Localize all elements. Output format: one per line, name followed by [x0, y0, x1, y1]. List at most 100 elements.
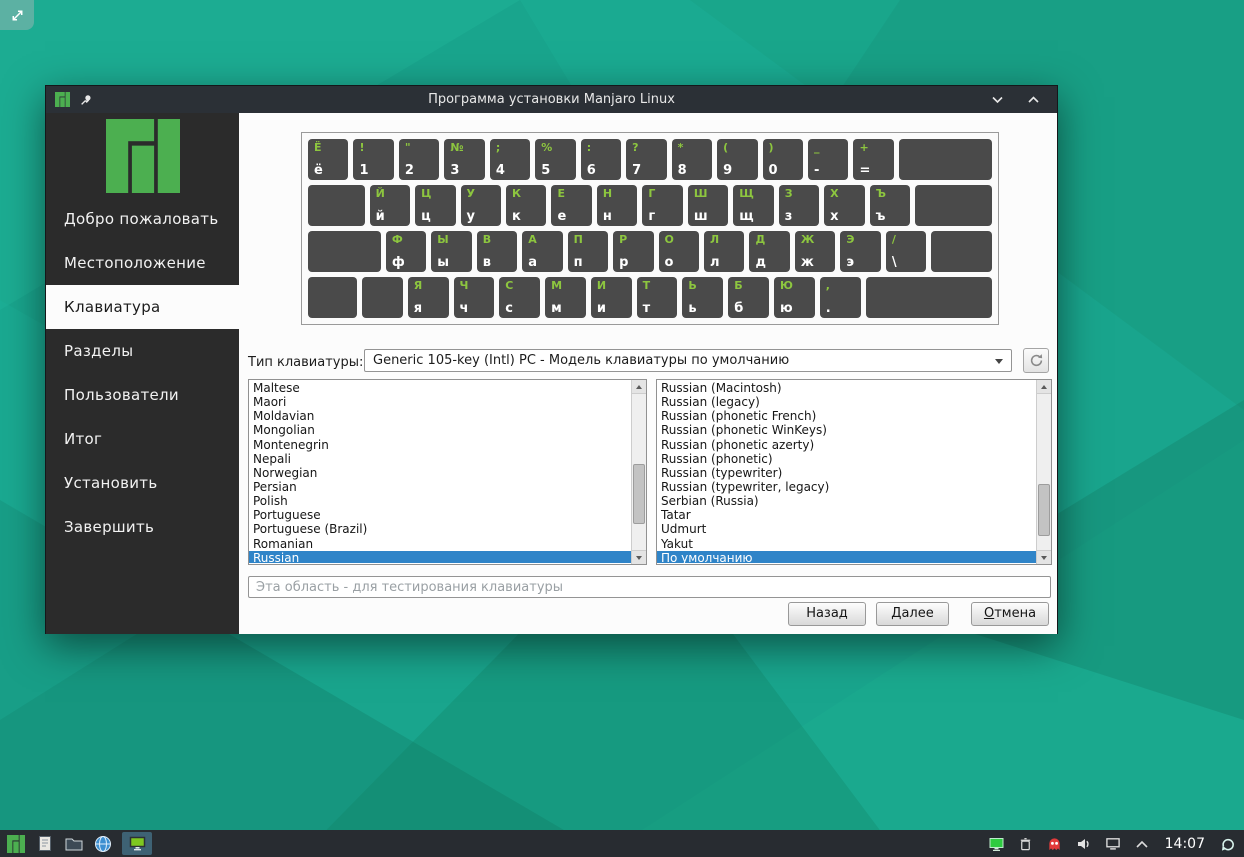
list-item[interactable]: Romanian	[249, 537, 631, 551]
key-ь: Ьь	[682, 277, 724, 318]
list-item[interactable]: По умолчанию	[657, 550, 1036, 563]
list-item[interactable]: Russian (typewriter)	[657, 466, 1036, 480]
key-л: Лл	[704, 231, 745, 272]
key-ж: Жж	[794, 231, 836, 272]
layout-list-scrollbar[interactable]	[631, 380, 646, 564]
key-у: Уу	[460, 185, 501, 226]
keyboard-preview: Ёё! 1 " 2 № 3; 4% 5:6? 7 * 8(9) 0 _ - + = Йй Цц Уу Кк Ее Нн Гг…	[301, 132, 999, 325]
volume-icon[interactable]	[1074, 834, 1094, 854]
desktop: Программа установки Manjaro Linux Добро …	[0, 0, 1244, 857]
desktop-toolbox-icon	[7, 5, 27, 25]
trash-icon[interactable]	[1016, 834, 1036, 854]
chevron-down-icon[interactable]	[987, 90, 1007, 110]
list-item[interactable]: Russian (phonetic azerty)	[657, 438, 1036, 452]
installer-task-icon	[129, 836, 145, 851]
list-item[interactable]: Yakut	[657, 537, 1036, 551]
list-item[interactable]: Mongolian	[249, 423, 631, 437]
next-button[interactable]: Далее	[876, 602, 949, 626]
list-item[interactable]: Montenegrin	[249, 438, 631, 452]
key-е: Ее	[551, 185, 592, 226]
key-й: Йй	[369, 185, 411, 226]
taskbar: 14:07	[0, 830, 1244, 857]
sidebar-item-0[interactable]: Добро пожаловать	[46, 197, 239, 241]
panel-toolbox-icon[interactable]	[1218, 834, 1238, 854]
key-8: * 8	[671, 139, 713, 180]
sidebar-item-2[interactable]: Клавиатура	[46, 285, 239, 329]
list-item[interactable]: Serbian (Russia)	[657, 494, 1036, 508]
list-item[interactable]: Maltese	[249, 381, 631, 395]
list-item[interactable]: Polish	[249, 494, 631, 508]
sidebar-item-7[interactable]: Завершить	[46, 505, 239, 549]
key-blank	[308, 185, 365, 226]
list-item[interactable]: Russian (phonetic)	[657, 452, 1036, 466]
list-item[interactable]: Udmurt	[657, 522, 1036, 536]
scroll-down-icon[interactable]	[632, 550, 646, 564]
layout-list[interactable]: Maltese Maori Moldavian Mongolian Montenegri…	[248, 379, 647, 565]
notes-icon[interactable]	[35, 834, 55, 854]
key-ы: Ыы	[431, 231, 472, 272]
key-3: № 3	[444, 139, 485, 180]
scrollbar-thumb[interactable]	[1038, 484, 1050, 536]
key-и: Ии	[590, 277, 632, 318]
updates-icon[interactable]	[1045, 834, 1065, 854]
cancel-button[interactable]: Отмена	[971, 602, 1049, 626]
list-item[interactable]: Russian	[249, 550, 631, 563]
active-task-installer[interactable]	[122, 832, 152, 855]
pin-icon[interactable]	[79, 93, 93, 107]
list-item[interactable]: Russian (legacy)	[657, 395, 1036, 409]
key--: _ -	[807, 139, 849, 180]
list-item[interactable]: Norwegian	[249, 466, 631, 480]
list-item[interactable]: Russian (phonetic WinKeys)	[657, 423, 1036, 437]
list-item[interactable]: Tatar	[657, 508, 1036, 522]
key-ц: Цц	[415, 185, 456, 226]
variant-list-scrollbar[interactable]	[1036, 380, 1051, 564]
keyboard-test-input[interactable]	[248, 576, 1051, 598]
key-ч: Чч	[453, 277, 495, 318]
sidebar-item-4[interactable]: Пользователи	[46, 373, 239, 417]
list-item[interactable]: Persian	[249, 480, 631, 494]
keyboard-model-label: Тип клавиатуры:	[248, 355, 364, 370]
key-в: Вв	[476, 231, 518, 272]
variant-list[interactable]: Russian (Macintosh) Russian (legacy) Russi…	[656, 379, 1052, 565]
refresh-button[interactable]	[1023, 348, 1049, 373]
browser-icon[interactable]	[93, 834, 113, 854]
key-blank	[361, 277, 403, 318]
list-item[interactable]: Moldavian	[249, 409, 631, 423]
scrollbar-thumb[interactable]	[633, 464, 645, 524]
list-item[interactable]: Portuguese (Brazil)	[249, 522, 631, 536]
file-manager-icon[interactable]	[64, 834, 84, 854]
key-с: Сс	[499, 277, 541, 318]
list-item[interactable]: Maori	[249, 395, 631, 409]
key-б: Бб	[728, 277, 769, 318]
list-item[interactable]: Russian (typewriter, legacy)	[657, 480, 1036, 494]
chevron-up-icon[interactable]	[1023, 90, 1043, 110]
sidebar-item-3[interactable]: Разделы	[46, 329, 239, 373]
expand-arrow-icon[interactable]	[1132, 834, 1152, 854]
sidebar-item-6[interactable]: Установить	[46, 461, 239, 505]
desktop-toolbox[interactable]	[0, 0, 34, 30]
key-щ: Щщ	[733, 185, 774, 226]
manjaro-menu-icon[interactable]	[6, 834, 26, 854]
clock[interactable]: 14:07	[1161, 836, 1209, 852]
manjaro-logo-icon	[54, 92, 70, 108]
keyboard-model-combobox[interactable]: Generic 105-key (Intl) PC - Модель клави…	[364, 349, 1012, 372]
key-blank	[915, 185, 992, 226]
scroll-up-icon[interactable]	[1037, 380, 1051, 394]
scroll-up-icon[interactable]	[632, 380, 646, 394]
key-9: (9	[717, 139, 758, 180]
back-button[interactable]: Назад	[788, 602, 866, 626]
titlebar[interactable]: Программа установки Manjaro Linux	[46, 86, 1057, 113]
key-7: ? 7	[626, 139, 667, 180]
list-item[interactable]: Russian (phonetic French)	[657, 409, 1036, 423]
network-display-icon[interactable]	[987, 834, 1007, 854]
key-blank	[931, 231, 992, 272]
display-icon[interactable]	[1103, 834, 1123, 854]
list-item[interactable]: Russian (Macintosh)	[657, 381, 1036, 395]
list-item[interactable]: Portuguese	[249, 508, 631, 522]
key-о: Оо	[658, 231, 699, 272]
sidebar-item-5[interactable]: Итог	[46, 417, 239, 461]
sidebar-item-1[interactable]: Местоположение	[46, 241, 239, 285]
sidebar-nav: Добро пожаловать Местоположение Клавиатура…	[46, 197, 239, 549]
list-item[interactable]: Nepali	[249, 452, 631, 466]
scroll-down-icon[interactable]	[1037, 550, 1051, 564]
